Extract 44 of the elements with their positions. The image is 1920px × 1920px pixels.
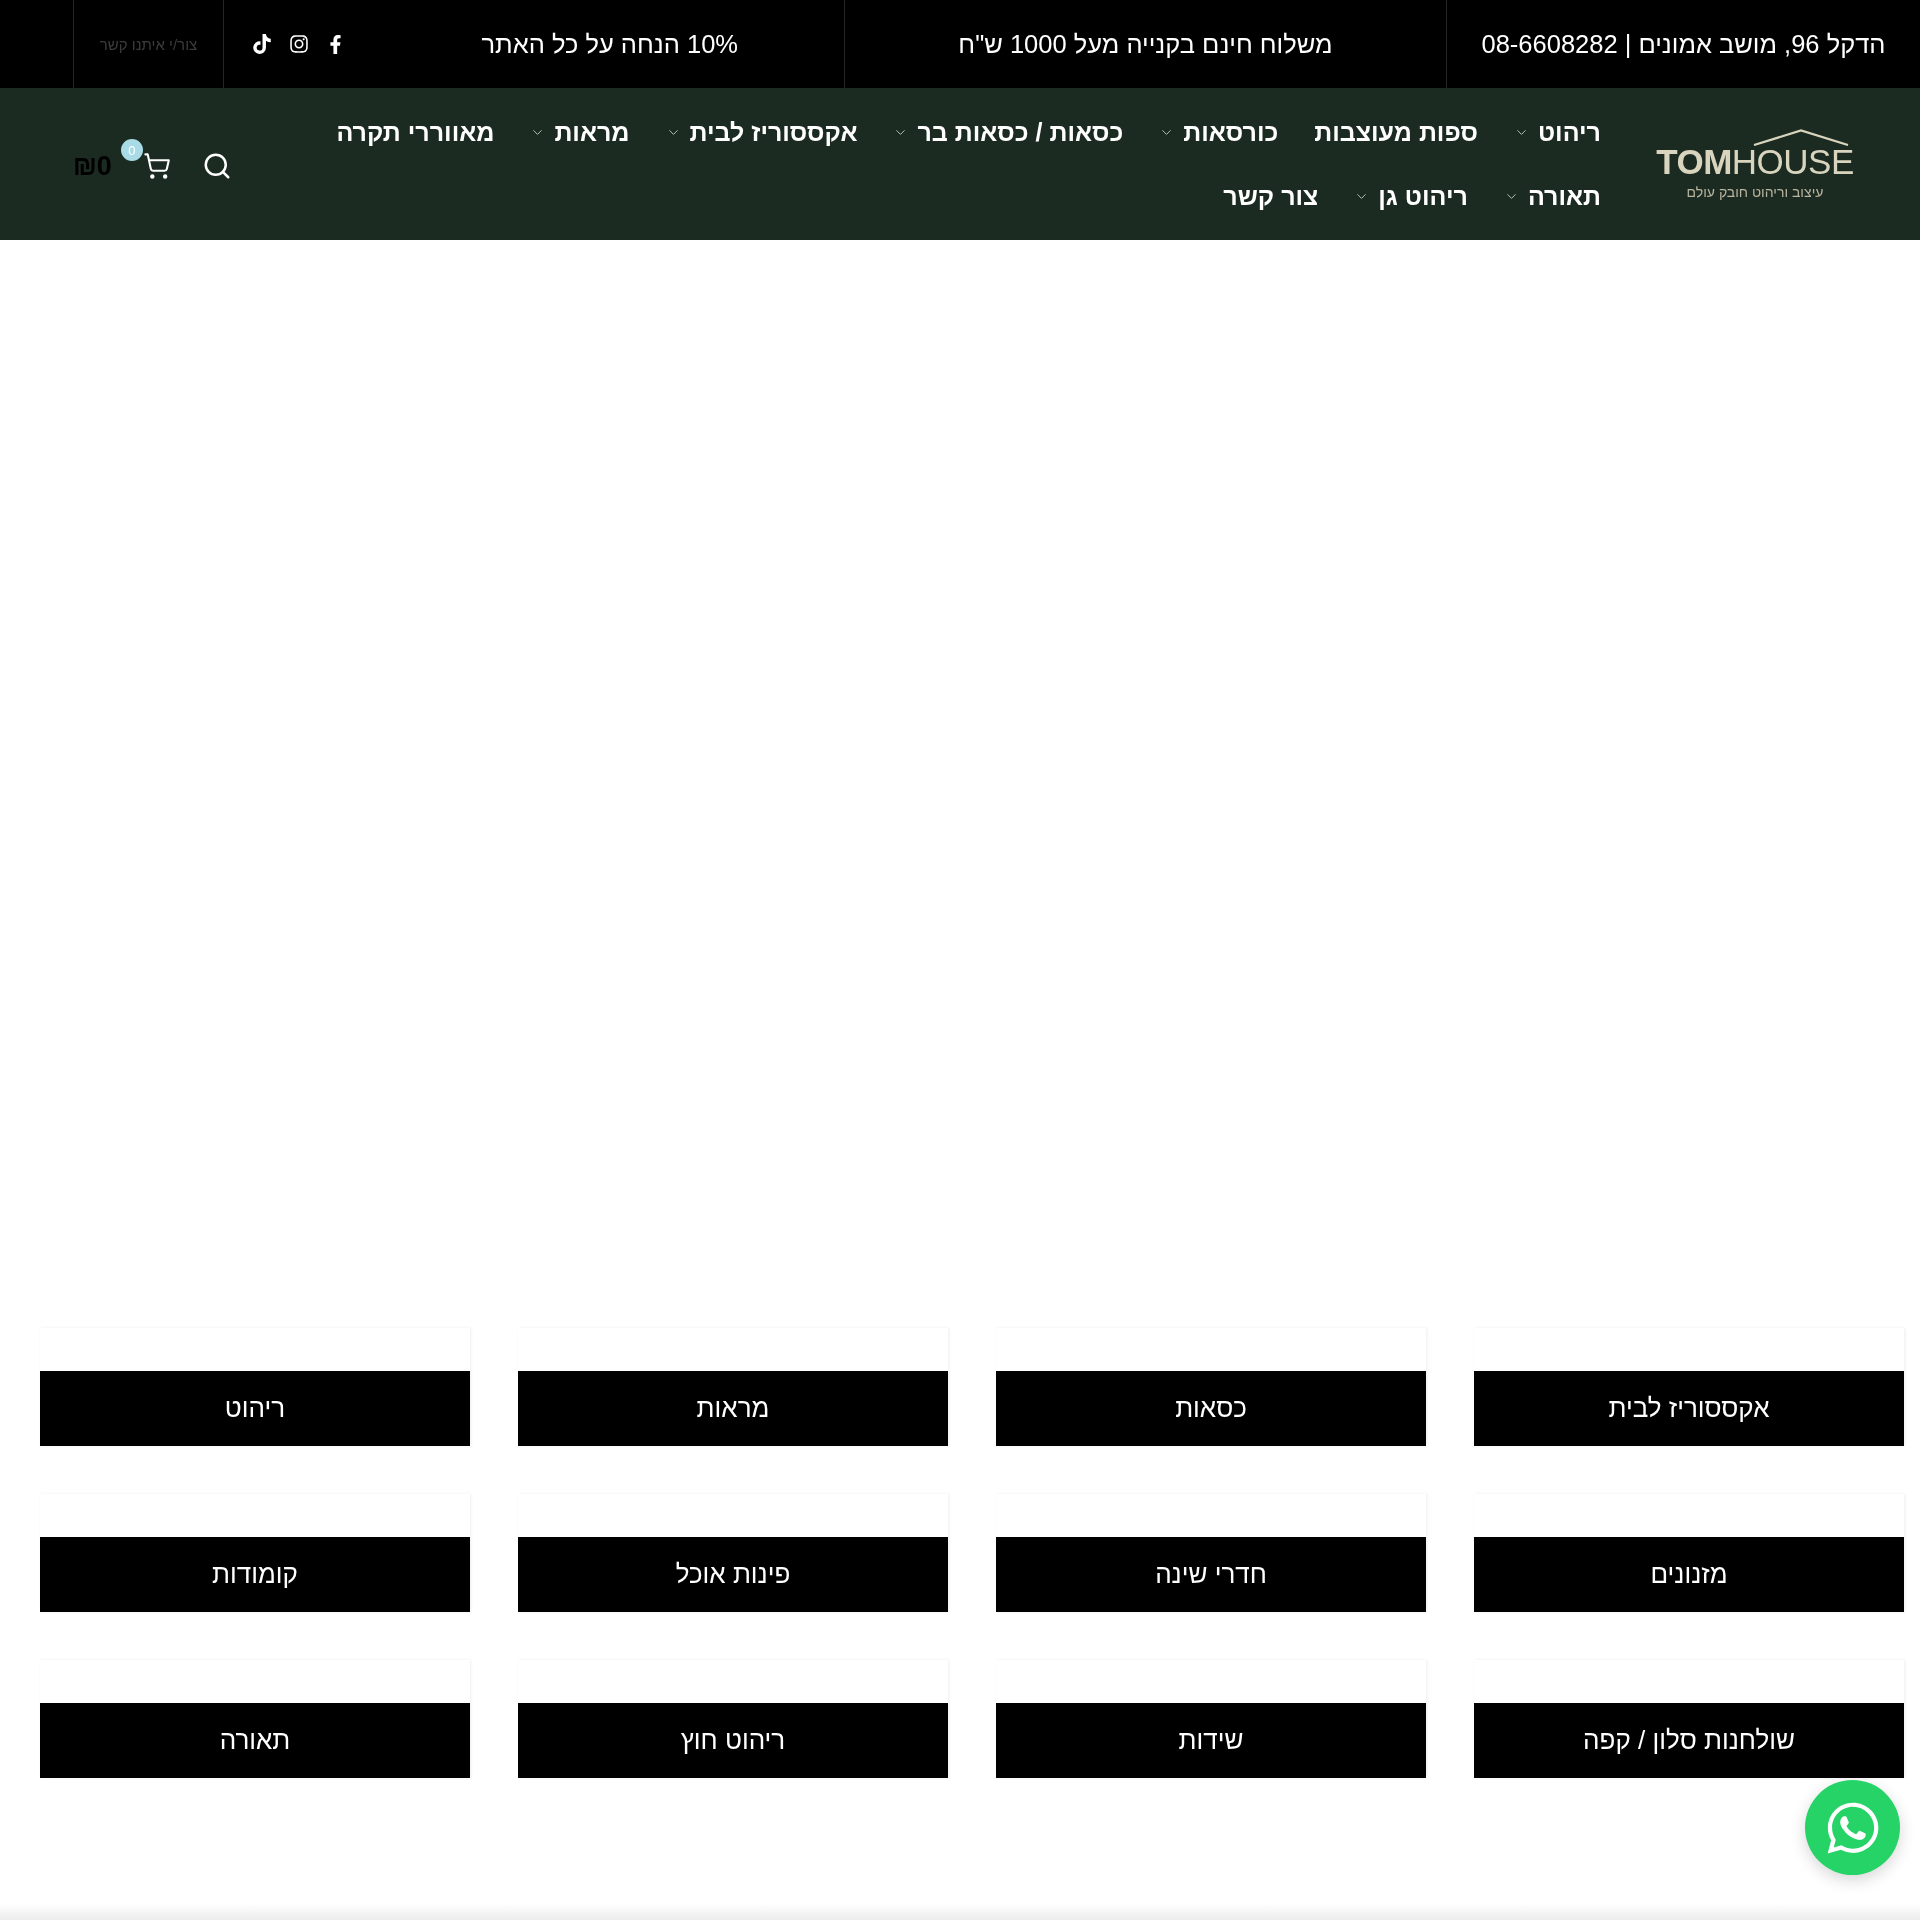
nav-link[interactable]: מאווררי תקרה [336,117,495,147]
category-card[interactable]: ריהוט [40,1328,470,1446]
category-label: פינות אוכל [518,1537,948,1612]
category-card[interactable]: ריהוט חוץ [518,1660,948,1778]
category-label: מראות [518,1371,948,1446]
category-card[interactable]: תאורה [40,1660,470,1778]
logo-tagline: עיצוב וריהוט חובק עולם [1686,183,1824,200]
category-card[interactable]: מראות [518,1328,948,1446]
category-card[interactable]: חדרי שינה [996,1494,1426,1612]
free-shipping-text: משלוח חינם בקנייה מעל 1000 ש"ח [958,29,1333,59]
category-card[interactable]: קומודות [40,1494,470,1612]
roof-icon [1753,128,1849,146]
category-card[interactable]: שולחנות סלון / קפה [1474,1660,1904,1778]
category-label: שולחנות סלון / קפה [1474,1703,1904,1778]
category-label: כסאות [996,1371,1426,1446]
nav-link[interactable]: כורסאות [1159,117,1279,147]
instagram-icon[interactable] [289,34,309,54]
nav-link[interactable]: כסאות / כסאות בר [893,117,1124,147]
category-card[interactable]: אקססוריז לבית [1474,1328,1904,1446]
nav-link[interactable]: צור קשר [1223,181,1319,211]
nav-link[interactable]: מראות [530,117,630,147]
tiktok-icon[interactable] [252,34,272,54]
category-card[interactable]: שידות [996,1660,1426,1778]
category-label: קומודות [40,1537,470,1612]
category-card[interactable]: כסאות [996,1328,1426,1446]
logo-wordmark[interactable]: TOMHOUSE [1656,146,1854,177]
category-label: תאורה [40,1703,470,1778]
category-label: שידות [996,1703,1426,1778]
cart-icon[interactable] [142,152,171,180]
category-label: חדרי שינה [996,1537,1426,1612]
nav-link[interactable]: ספות מעוצבות [1314,117,1478,147]
cart-count-badge: 0 [120,139,143,161]
category-card[interactable]: פינות אוכל [518,1494,948,1612]
nav-link[interactable]: ריהוט [1513,117,1601,147]
category-label: מזנונים [1474,1537,1904,1612]
address-phone-text: הדקל 96, מושב אמונים | 08-6608282 [1481,29,1886,59]
category-label: אקססוריז לבית [1474,1371,1904,1446]
nav-link[interactable]: תאורה [1503,181,1601,211]
nav-link[interactable]: ריהוט גן [1354,181,1468,211]
nav-link[interactable]: אקססוריז לבית [665,117,858,147]
category-label: ריהוט [40,1371,470,1446]
category-label: ריהוט חוץ [518,1703,948,1778]
discount-text: 10% הנחה על כל האתר [481,29,738,59]
category-card[interactable]: מזנונים [1474,1494,1904,1612]
